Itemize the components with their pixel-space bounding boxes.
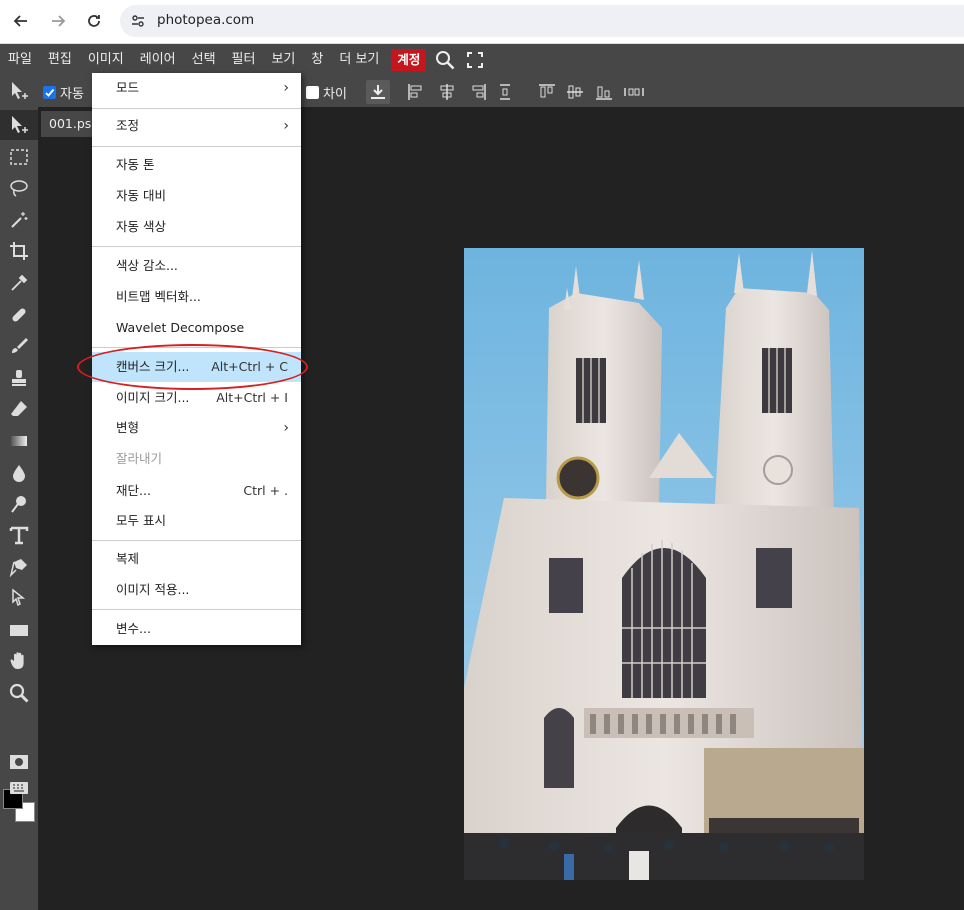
menu-item-label: 변수... bbox=[116, 621, 151, 636]
menu-item-label: 자동 대비 bbox=[116, 188, 166, 203]
auto-select-option[interactable]: 자동 bbox=[43, 83, 84, 102]
menu-item-label: 자동 톤 bbox=[116, 157, 155, 172]
crop-tool-icon[interactable] bbox=[0, 236, 38, 266]
menu-item-label: 자동 색상 bbox=[116, 219, 166, 234]
rectangle-tool-icon[interactable] bbox=[0, 615, 38, 645]
reload-icon[interactable] bbox=[81, 8, 107, 34]
menu-select[interactable]: 선택 bbox=[184, 44, 224, 76]
distribute-vertical-icon[interactable] bbox=[493, 80, 517, 104]
menu-item-label: 이미지 크기... bbox=[116, 390, 190, 405]
path-select-tool-icon[interactable] bbox=[0, 583, 38, 613]
menu-item-auto-tone[interactable]: 자동 톤 bbox=[92, 150, 301, 180]
menu-item-label: Wavelet Decompose bbox=[116, 320, 245, 335]
menu-more[interactable]: 더 보기 bbox=[331, 44, 387, 76]
brush-tool-icon[interactable] bbox=[0, 331, 38, 361]
url-text: photopea.com bbox=[157, 12, 255, 28]
healing-brush-tool-icon[interactable] bbox=[0, 300, 38, 330]
menu-edit[interactable]: 편집 bbox=[40, 44, 80, 76]
menu-item-crop: 잘라내기 bbox=[92, 444, 301, 474]
chevron-right-icon: › bbox=[283, 420, 289, 436]
menu-item-mode[interactable]: 모드 › bbox=[92, 73, 301, 103]
dodge-tool-icon[interactable] bbox=[0, 489, 38, 519]
menu-item-label: 복제 bbox=[116, 551, 140, 566]
menu-item-trim[interactable]: 재단... Ctrl + . bbox=[92, 476, 301, 506]
clone-stamp-tool-icon[interactable] bbox=[0, 363, 38, 393]
align-middle-icon[interactable] bbox=[563, 80, 587, 104]
menu-item-auto-color[interactable]: 자동 색상 bbox=[92, 212, 301, 242]
menu-item-label: 이미지 적용... bbox=[116, 582, 190, 597]
browser-toolbar: photopea.com bbox=[0, 0, 964, 44]
highlight-annotation-ellipse bbox=[77, 344, 308, 390]
difference-label: 차이 bbox=[323, 87, 347, 102]
menu-item-transform[interactable]: 변형 › bbox=[92, 413, 301, 443]
hand-tool-icon[interactable] bbox=[0, 646, 38, 676]
menu-item-shortcut: Ctrl + . bbox=[243, 483, 288, 498]
difference-checkbox[interactable] bbox=[306, 86, 319, 99]
marquee-tool-icon[interactable] bbox=[0, 142, 38, 172]
fullscreen-icon[interactable] bbox=[460, 44, 490, 76]
gradient-tool-icon[interactable] bbox=[0, 426, 38, 456]
distribute-horizontal-icon[interactable] bbox=[622, 80, 646, 104]
menu-item-variables[interactable]: 변수... bbox=[92, 614, 301, 644]
blur-tool-icon[interactable] bbox=[0, 458, 38, 488]
magic-wand-tool-icon[interactable] bbox=[0, 205, 38, 235]
menu-item-wavelet-decompose[interactable]: Wavelet Decompose bbox=[92, 313, 301, 343]
auto-select-label: 자동 bbox=[60, 87, 84, 102]
eyedropper-tool-icon[interactable] bbox=[0, 268, 38, 298]
menu-item-apply-image[interactable]: 이미지 적용... bbox=[92, 575, 301, 605]
forward-arrow-icon[interactable] bbox=[45, 8, 71, 34]
chevron-right-icon: › bbox=[283, 118, 289, 134]
menu-item-label: 조정 bbox=[116, 118, 140, 133]
auto-select-checkbox[interactable] bbox=[43, 86, 56, 99]
site-settings-icon[interactable] bbox=[130, 13, 146, 33]
align-bottom-icon[interactable] bbox=[592, 80, 616, 104]
align-top-icon[interactable] bbox=[535, 80, 559, 104]
menu-view[interactable]: 보기 bbox=[263, 44, 303, 76]
difference-option[interactable]: 차이 bbox=[306, 83, 347, 102]
address-bar[interactable]: photopea.com bbox=[120, 5, 964, 37]
menu-item-duplicate[interactable]: 복제 bbox=[92, 544, 301, 574]
pen-tool-icon[interactable] bbox=[0, 552, 38, 582]
menu-item-auto-contrast[interactable]: 자동 대비 bbox=[92, 181, 301, 211]
menu-item-label: 변형 bbox=[116, 420, 140, 435]
menu-separator bbox=[92, 108, 301, 109]
menu-layer[interactable]: 레이어 bbox=[132, 44, 184, 76]
menu-item-vectorize-bitmap[interactable]: 비트맵 벡터화... bbox=[92, 282, 301, 312]
type-tool-icon[interactable] bbox=[0, 520, 38, 550]
menu-item-label: 잘라내기 bbox=[116, 451, 163, 466]
align-center-icon[interactable] bbox=[435, 80, 459, 104]
menu-item-label: 색상 감소... bbox=[116, 258, 178, 273]
menu-separator bbox=[92, 540, 301, 541]
menu-bar: 파일 편집 이미지 레이어 선택 필터 보기 창 더 보기 계정 bbox=[0, 44, 964, 76]
menu-file[interactable]: 파일 bbox=[0, 44, 40, 76]
menu-item-reveal-all[interactable]: 모두 표시 bbox=[92, 506, 301, 536]
move-tool-active-icon[interactable] bbox=[0, 110, 38, 140]
menu-window[interactable]: 창 bbox=[303, 44, 331, 76]
back-arrow-icon[interactable] bbox=[8, 8, 34, 34]
search-icon[interactable] bbox=[430, 44, 460, 76]
lasso-tool-icon[interactable] bbox=[0, 173, 38, 203]
menu-separator bbox=[92, 146, 301, 147]
align-left-icon[interactable] bbox=[404, 80, 428, 104]
menu-item-reduce-colors[interactable]: 색상 감소... bbox=[92, 251, 301, 281]
tools-panel bbox=[0, 76, 38, 910]
menu-separator bbox=[92, 246, 301, 247]
menu-item-label: 모두 표시 bbox=[116, 513, 166, 528]
menu-item-label: 재단... bbox=[116, 483, 151, 498]
eraser-tool-icon[interactable] bbox=[0, 394, 38, 424]
menu-filter[interactable]: 필터 bbox=[224, 44, 264, 76]
menu-separator bbox=[92, 609, 301, 610]
menu-item-adjustments[interactable]: 조정 › bbox=[92, 111, 301, 141]
chevron-right-icon: › bbox=[283, 80, 289, 96]
align-right-icon[interactable] bbox=[466, 80, 490, 104]
menu-image[interactable]: 이미지 bbox=[79, 44, 132, 76]
menu-item-label: 모드 bbox=[116, 80, 140, 95]
account-button[interactable]: 계정 bbox=[391, 49, 427, 71]
download-icon[interactable] bbox=[366, 80, 390, 104]
zoom-tool-icon[interactable] bbox=[0, 678, 38, 708]
keyboard-icon[interactable] bbox=[0, 773, 38, 803]
move-tool-icon[interactable] bbox=[0, 76, 38, 106]
menu-item-label: 비트맵 벡터화... bbox=[116, 289, 201, 304]
canvas-photo[interactable] bbox=[464, 248, 864, 880]
